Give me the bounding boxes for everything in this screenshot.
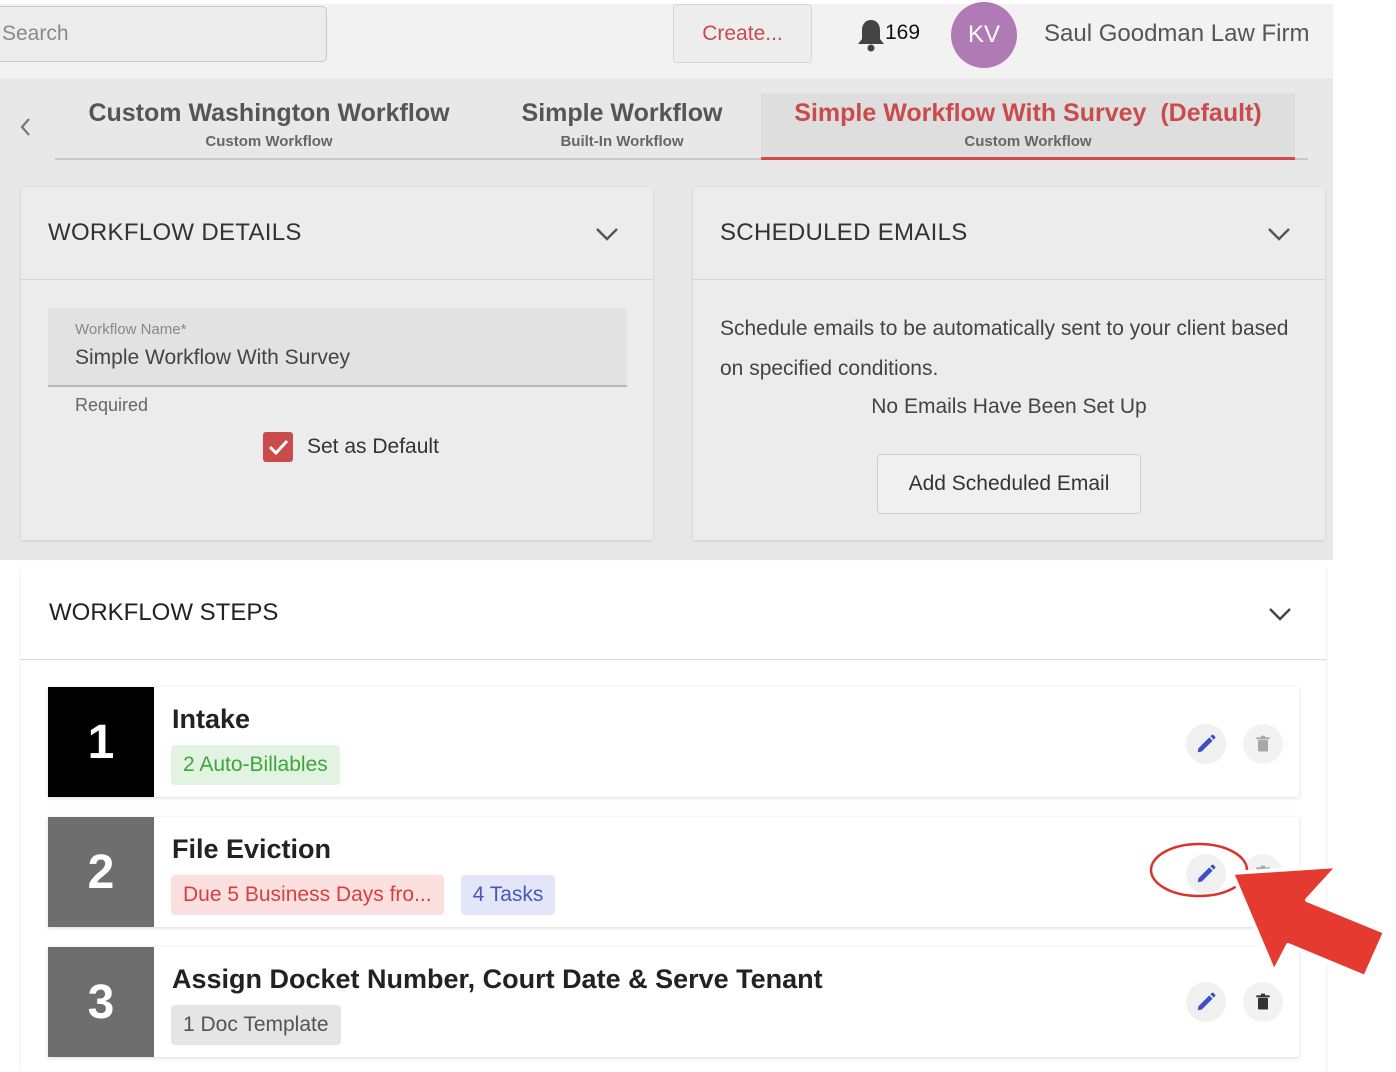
add-scheduled-email-button[interactable]: Add Scheduled Email [877,454,1141,514]
delete-step-button[interactable] [1243,982,1283,1022]
scheduled-emails-title: SCHEDULED EMAILS [720,219,968,246]
workflow-details-card: WORKFLOW DETAILS Workflow Name* Simple W… [21,187,653,540]
pencil-icon [1197,992,1216,1011]
tasks-chip[interactable]: 4 Tasks [460,875,556,915]
no-emails-text: No Emails Have Been Set Up [871,395,1147,418]
bell-icon[interactable] [856,18,886,52]
workflow-name-field[interactable]: Workflow Name* Simple Workflow With Surv… [48,308,627,387]
firm-name[interactable]: Saul Goodman Law Firm [1044,20,1309,48]
trash-icon [1256,735,1270,752]
step-chips: 1 Doc Template [171,1005,341,1045]
chevron-down-icon[interactable] [594,225,620,243]
tab-title: Custom Washington Workflow [88,99,450,127]
step-title: Assign Docket Number, Court Date & Serve… [172,964,823,994]
scheduled-emails-card: SCHEDULED EMAILS Schedule emails to be a… [693,187,1325,540]
edit-step-button[interactable] [1186,854,1226,894]
tab-subtitle: Built-In Workflow [560,133,684,150]
step-number: 1 [48,687,154,797]
step-chips: Due 5 Business Days fro... 4 Tasks [171,875,556,915]
delete-step-button[interactable] [1243,724,1283,764]
step-chips: 2 Auto-Billables [171,745,340,785]
step-number: 2 [48,817,154,927]
step-title: Intake [172,704,251,734]
workflow-step-row[interactable]: 3 Assign Docket Number, Court Date & Ser… [48,947,1299,1057]
checkmark-icon [268,439,289,456]
chevron-down-icon[interactable] [1267,605,1293,623]
delete-step-button[interactable] [1243,854,1283,894]
create-button[interactable]: Create... [673,4,812,63]
edit-step-button[interactable] [1186,982,1226,1022]
pencil-icon [1197,734,1216,753]
tab-subtitle: Custom Workflow [964,133,1092,150]
scheduled-emails-header[interactable]: SCHEDULED EMAILS [693,187,1325,280]
workflow-steps-card: WORKFLOW STEPS 1 Intake 2 Auto-Billables… [21,567,1326,1072]
workflow-details-header[interactable]: WORKFLOW DETAILS [21,187,653,280]
workflow-steps-header[interactable]: WORKFLOW STEPS [21,567,1326,660]
tab-title: Simple Workflow With Survey (Default) [794,99,1262,127]
required-helper-text: Required [75,395,149,415]
top-bar-edge [0,0,1333,4]
tab-custom-washington-workflow[interactable]: Custom Washington Workflow Custom Workfl… [75,93,463,158]
edit-step-button[interactable] [1186,724,1226,764]
auto-billables-chip[interactable]: 2 Auto-Billables [171,745,340,785]
avatar[interactable]: KV [951,2,1017,68]
workflow-step-row[interactable]: 1 Intake 2 Auto-Billables [48,687,1299,797]
workflow-name-value: Simple Workflow With Survey [75,346,351,369]
workflow-details-title: WORKFLOW DETAILS [48,219,302,246]
set-default-label[interactable]: Set as Default [307,435,439,459]
due-date-chip[interactable]: Due 5 Business Days fro... [171,875,444,915]
tab-simple-workflow[interactable]: Simple Workflow Built-In Workflow [492,93,752,158]
tab-simple-workflow-with-survey[interactable]: Simple Workflow With Survey (Default) Cu… [761,93,1295,160]
workflow-name-label: Workflow Name* [75,321,187,338]
chevron-down-icon[interactable] [1266,225,1292,243]
tab-subtitle: Custom Workflow [205,133,333,150]
pencil-icon [1197,864,1216,883]
step-title: File Eviction [172,834,332,864]
set-default-checkbox[interactable] [263,432,293,462]
workflow-steps-title: WORKFLOW STEPS [49,599,279,626]
scheduled-emails-description: Schedule emails to be automatically sent… [720,317,1289,380]
trash-icon [1256,993,1270,1010]
chevron-left-icon[interactable] [14,112,38,142]
workflow-step-row[interactable]: 2 File Eviction Due 5 Business Days fro.… [48,817,1299,927]
doc-template-chip[interactable]: 1 Doc Template [171,1005,341,1045]
step-number: 3 [48,947,154,1057]
trash-icon [1256,865,1270,882]
search-placeholder: Search [2,22,69,45]
tab-title: Simple Workflow [521,99,723,127]
notification-count[interactable]: 169 [885,21,920,45]
search-input[interactable]: Search [0,6,327,62]
